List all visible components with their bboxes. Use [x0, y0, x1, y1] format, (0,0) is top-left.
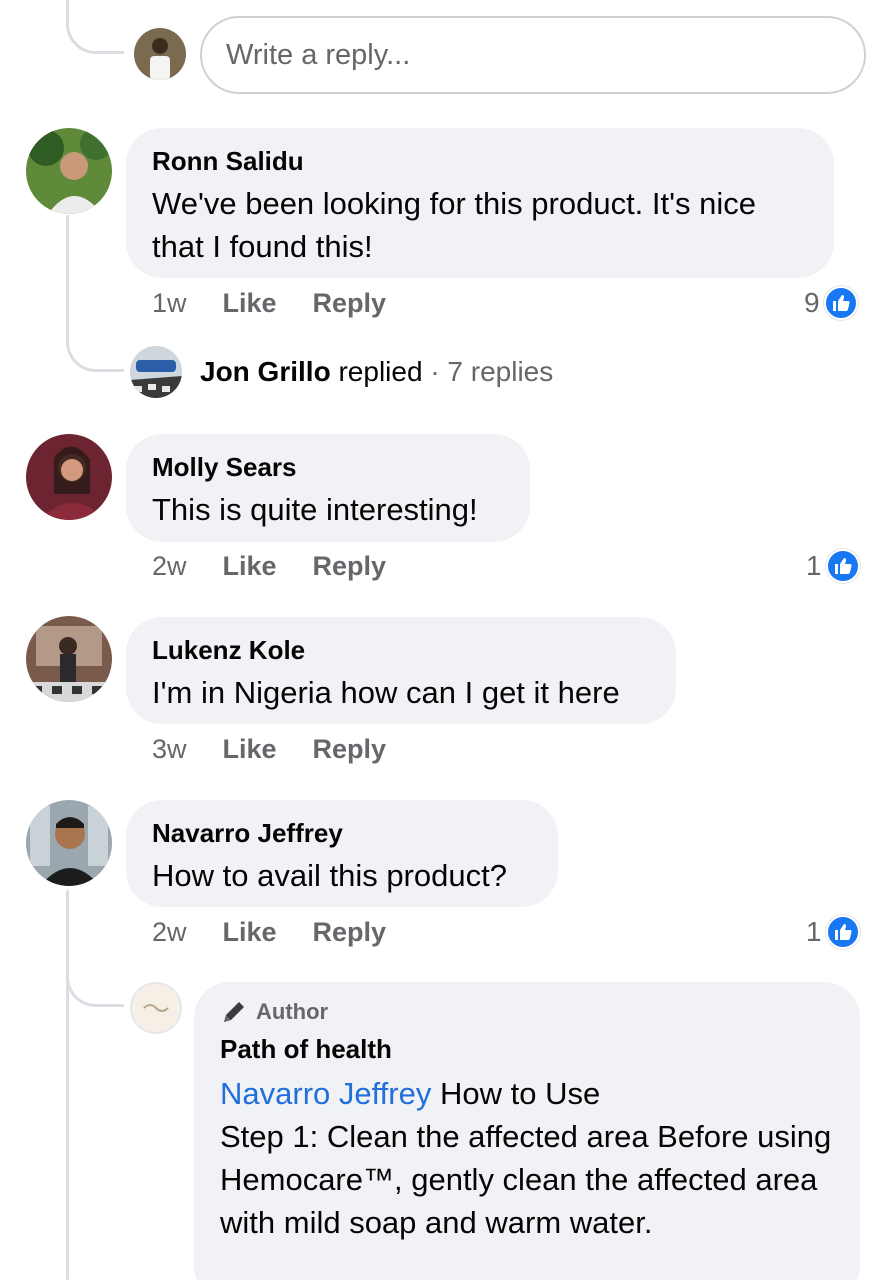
pencil-icon [224, 1002, 244, 1022]
comment-actions: 1w Like Reply [152, 288, 386, 319]
separator-dot: · [430, 356, 440, 387]
comment-bubble: Lukenz Kole I'm in Nigeria how can I get… [126, 617, 676, 724]
like-thumb-icon [825, 549, 860, 583]
avatar[interactable] [26, 616, 112, 702]
avatar[interactable] [130, 346, 182, 398]
comment-bubble: Molly Sears This is quite interesting! [126, 434, 530, 542]
avatar[interactable] [26, 800, 112, 886]
comment-author[interactable]: Navarro Jeffrey [152, 816, 532, 850]
view-replies-link[interactable]: Jon Grillo replied · 7 replies [200, 352, 553, 392]
comment-author[interactable]: Lukenz Kole [152, 633, 650, 667]
comment-author[interactable]: Ronn Salidu [152, 144, 808, 178]
reaction-count[interactable]: 1 [806, 915, 860, 949]
comment-actions: 3w Like Reply [152, 734, 386, 765]
comment-bubble: Ronn Salidu We've been looking for this … [126, 128, 834, 278]
avatar[interactable] [26, 434, 112, 520]
author-badge: Author [220, 998, 832, 1026]
reaction-number: 1 [806, 916, 822, 947]
comment-author[interactable]: Molly Sears [152, 450, 504, 484]
reply-button[interactable]: Reply [313, 551, 387, 582]
comment-timestamp[interactable]: 2w [152, 551, 187, 582]
thread-line [66, 215, 69, 335]
avatar[interactable] [26, 128, 112, 214]
thread-line [66, 890, 69, 1280]
author-badge-label: Author [256, 999, 329, 1024]
comment-text: This is quite interesting! [152, 492, 478, 527]
reply-text-first: How to Use [439, 1076, 601, 1111]
replier-name: Jon Grillo [200, 356, 331, 387]
comment-timestamp[interactable]: 3w [152, 734, 187, 765]
comment-actions: 2w Like Reply [152, 551, 386, 582]
reaction-count[interactable]: 9 [804, 286, 858, 320]
reply-author[interactable]: Path of health [220, 1032, 832, 1066]
reaction-count[interactable]: 1 [806, 549, 860, 583]
mention-link[interactable]: Navarro Jeffrey [220, 1076, 431, 1111]
page-avatar[interactable] [130, 982, 182, 1034]
comment-text: How to avail this product? [152, 858, 507, 893]
reply-button[interactable]: Reply [313, 917, 387, 948]
reply-text-rest: Step 1: Clean the affected area Before u… [220, 1119, 832, 1240]
like-button[interactable]: Like [223, 551, 277, 582]
comment-timestamp[interactable]: 2w [152, 917, 187, 948]
reply-count: 7 replies [447, 356, 554, 387]
reply-button[interactable]: Reply [313, 288, 387, 319]
comment-bubble: Navarro Jeffrey How to avail this produc… [126, 800, 558, 907]
comment-actions: 2w Like Reply [152, 917, 386, 948]
write-reply-input[interactable]: Write a reply... [200, 16, 866, 94]
thread-connector [66, 955, 124, 1007]
reply-button[interactable]: Reply [313, 734, 387, 765]
reaction-number: 1 [806, 550, 822, 581]
like-thumb-icon [825, 915, 860, 949]
comment-timestamp[interactable]: 1w [152, 288, 187, 319]
like-thumb-icon [823, 286, 858, 320]
comment-text: We've been looking for this product. It'… [152, 186, 757, 264]
current-user-avatar[interactable] [134, 28, 186, 80]
author-reply-bubble: Author Path of health Navarro Jeffrey Ho… [194, 982, 860, 1280]
replied-verb: replied [338, 356, 423, 387]
like-button[interactable]: Like [223, 734, 277, 765]
thread-connector [66, 330, 124, 372]
like-button[interactable]: Like [223, 288, 277, 319]
reaction-number: 9 [804, 287, 820, 318]
reply-text: Navarro Jeffrey How to Use Step 1: Clean… [220, 1072, 832, 1244]
comment-text: I'm in Nigeria how can I get it here [152, 675, 620, 710]
thread-connector [66, 0, 124, 54]
like-button[interactable]: Like [223, 917, 277, 948]
